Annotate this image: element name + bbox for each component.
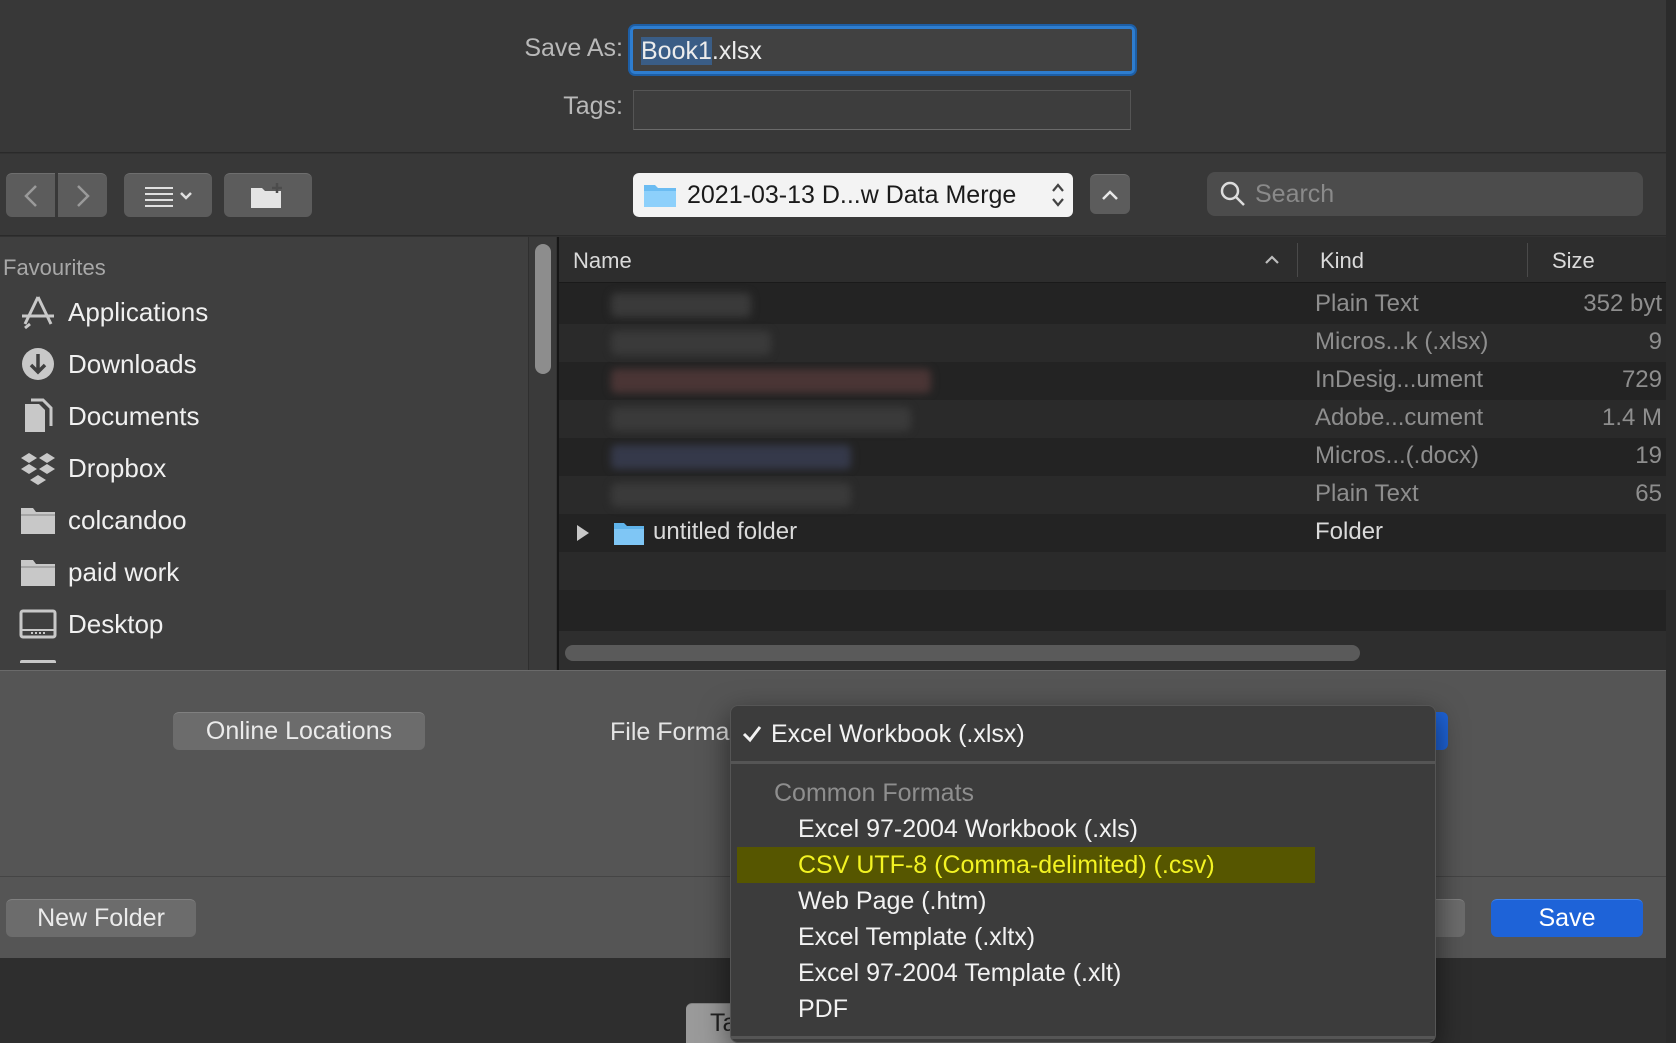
row-kind: Micros...k (.xlsx)	[1315, 328, 1489, 355]
search-icon	[1220, 181, 1245, 206]
save-button[interactable]: Save	[1491, 899, 1643, 937]
back-button[interactable]	[6, 173, 55, 217]
filename-selected-text: Book1	[641, 37, 712, 65]
menu-item-excel-97-2004-template[interactable]: Excel 97-2004 Template (.xlt)	[731, 955, 1435, 991]
sidebar-item-label: Downloads	[68, 348, 197, 379]
folder-row-untitled[interactable]: untitled folder Folder	[559, 514, 1666, 552]
table-row[interactable]: Micros...(.docx) 19	[559, 438, 1666, 476]
menu-item-excel-97-2004-workbook[interactable]: Excel 97-2004 Workbook (.xls)	[731, 811, 1435, 847]
tags-label: Tags:	[563, 92, 623, 120]
sort-ascending-icon	[1265, 255, 1279, 264]
new-folder-button[interactable]: New Folder	[6, 899, 196, 937]
row-size: 19	[1635, 442, 1662, 469]
sidebar-scroll-thumb[interactable]	[535, 244, 551, 374]
menu-item-label: Excel Workbook (.xlsx)	[771, 719, 1025, 748]
table-row[interactable]: Plain Text 352 byt	[559, 286, 1666, 324]
row-size: 1.4 M	[1601, 404, 1662, 431]
column-header-name[interactable]: Name	[573, 248, 632, 274]
disclosure-triangle-icon[interactable]	[575, 523, 591, 543]
sidebar-item-documents[interactable]: Documents	[18, 396, 200, 436]
row-size: 352 byt	[1583, 290, 1662, 317]
updown-chevron-icon	[1052, 183, 1064, 207]
folder-icon	[21, 560, 55, 586]
sidebar-item-label: Dropbox	[68, 452, 167, 483]
sidebar-item-dropbox[interactable]: Dropbox	[18, 448, 166, 488]
online-locations-button[interactable]: Online Locations	[173, 712, 425, 750]
chevron-up-icon	[1102, 189, 1118, 200]
sidebar-item-label: Applications	[68, 296, 209, 327]
search-placeholder: Search	[1255, 179, 1335, 208]
file-list-header: Name Kind Size	[559, 237, 1666, 283]
menu-separator	[731, 1036, 1435, 1039]
sidebar-item-label: paid work	[68, 556, 180, 587]
column-header-kind[interactable]: Kind	[1320, 248, 1364, 274]
empty-row	[559, 590, 1666, 628]
row-size: 9	[1648, 328, 1662, 355]
row-kind: Plain Text	[1315, 480, 1419, 507]
sidebar-item-downloads[interactable]: Downloads	[18, 344, 197, 384]
window-edge	[1666, 0, 1676, 1043]
file-list: Name Kind Size Plain Text 352 byt Micros…	[557, 237, 1666, 670]
file-format-label: File Forma	[610, 718, 730, 746]
tags-input[interactable]	[633, 90, 1131, 130]
filename-input[interactable]: Book1.xlsx	[630, 26, 1135, 74]
folder-icon	[20, 660, 56, 670]
chevron-right-icon	[76, 184, 90, 207]
sidebar-item-colcandoo[interactable]: colcandoo	[18, 500, 187, 540]
checkmark-icon	[742, 726, 762, 743]
new-folder-toolbar-button[interactable]	[224, 173, 312, 217]
chevron-left-icon	[23, 184, 37, 207]
row-kind: InDesig...ument	[1315, 366, 1484, 393]
folder-icon	[614, 523, 644, 545]
menu-section-common-formats: Common Formats	[774, 778, 975, 807]
forward-button[interactable]	[58, 173, 107, 217]
table-row[interactable]: Adobe...cument 1.4 M	[559, 400, 1666, 438]
filename-extension-text: .xlsx	[711, 37, 762, 65]
menu-item-pdf[interactable]: PDF	[731, 991, 1435, 1027]
folder-icon	[644, 185, 676, 207]
empty-row	[559, 552, 1666, 590]
row-kind: Adobe...cument	[1315, 404, 1484, 431]
row-kind: Folder	[1315, 518, 1384, 545]
column-header-size[interactable]: Size	[1552, 248, 1595, 274]
file-format-menu: Excel Workbook (.xlsx) Common Formats Ex…	[730, 705, 1436, 1043]
row-size: 65	[1635, 480, 1662, 507]
collapse-browser-button[interactable]	[1090, 174, 1130, 214]
menu-separator	[731, 761, 1435, 764]
sidebar-item-label: Documents	[68, 400, 200, 431]
desktop-icon	[19, 609, 57, 639]
dropbox-icon	[21, 453, 55, 485]
row-kind: Plain Text	[1315, 290, 1419, 317]
sidebar: Favourites Applications Downloads Docume…	[0, 237, 528, 670]
location-popup[interactable]: 2021-03-13 D...w Data Merge	[633, 173, 1073, 217]
table-row[interactable]: InDesig...ument 729	[559, 362, 1666, 400]
table-row[interactable]: Micros...k (.xlsx) 9	[559, 324, 1666, 362]
save-dialog-header	[0, 0, 1666, 153]
row-kind: Micros...(.docx)	[1315, 442, 1480, 469]
applications-icon	[22, 296, 54, 330]
sidebar-item-label: colcandoo	[68, 504, 187, 535]
new-folder-icon	[251, 182, 282, 208]
horizontal-scroll-thumb[interactable]	[565, 645, 1360, 661]
search-input[interactable]: Search	[1207, 172, 1643, 216]
view-options-button[interactable]	[124, 173, 212, 217]
menu-item-excel-template[interactable]: Excel Template (.xltx)	[731, 919, 1435, 955]
downloads-icon	[22, 348, 54, 380]
menu-item-csv-utf8[interactable]: CSV UTF-8 (Comma-delimited) (.csv)	[737, 847, 1315, 883]
folder-name: untitled folder	[653, 518, 798, 545]
current-folder-name: 2021-03-13 D...w Data Merge	[687, 180, 1017, 209]
table-row[interactable]: Plain Text 65	[559, 476, 1666, 514]
menu-item-excel-workbook[interactable]: Excel Workbook (.xlsx)	[731, 716, 1435, 752]
sidebar-item-applications[interactable]: Applications	[18, 292, 208, 332]
sidebar-item-label: Desktop	[68, 608, 164, 639]
sidebar-item-paid-work[interactable]: paid work	[18, 552, 179, 592]
save-as-label: Save As:	[524, 34, 623, 62]
documents-icon	[25, 398, 53, 432]
sidebar-item-desktop[interactable]: Desktop	[18, 604, 163, 644]
row-size: 729	[1621, 366, 1662, 393]
menu-item-web-page[interactable]: Web Page (.htm)	[731, 883, 1435, 919]
folder-icon	[21, 508, 55, 534]
list-view-icon	[145, 186, 192, 207]
sidebar-section-favourites: Favourites	[3, 255, 106, 280]
